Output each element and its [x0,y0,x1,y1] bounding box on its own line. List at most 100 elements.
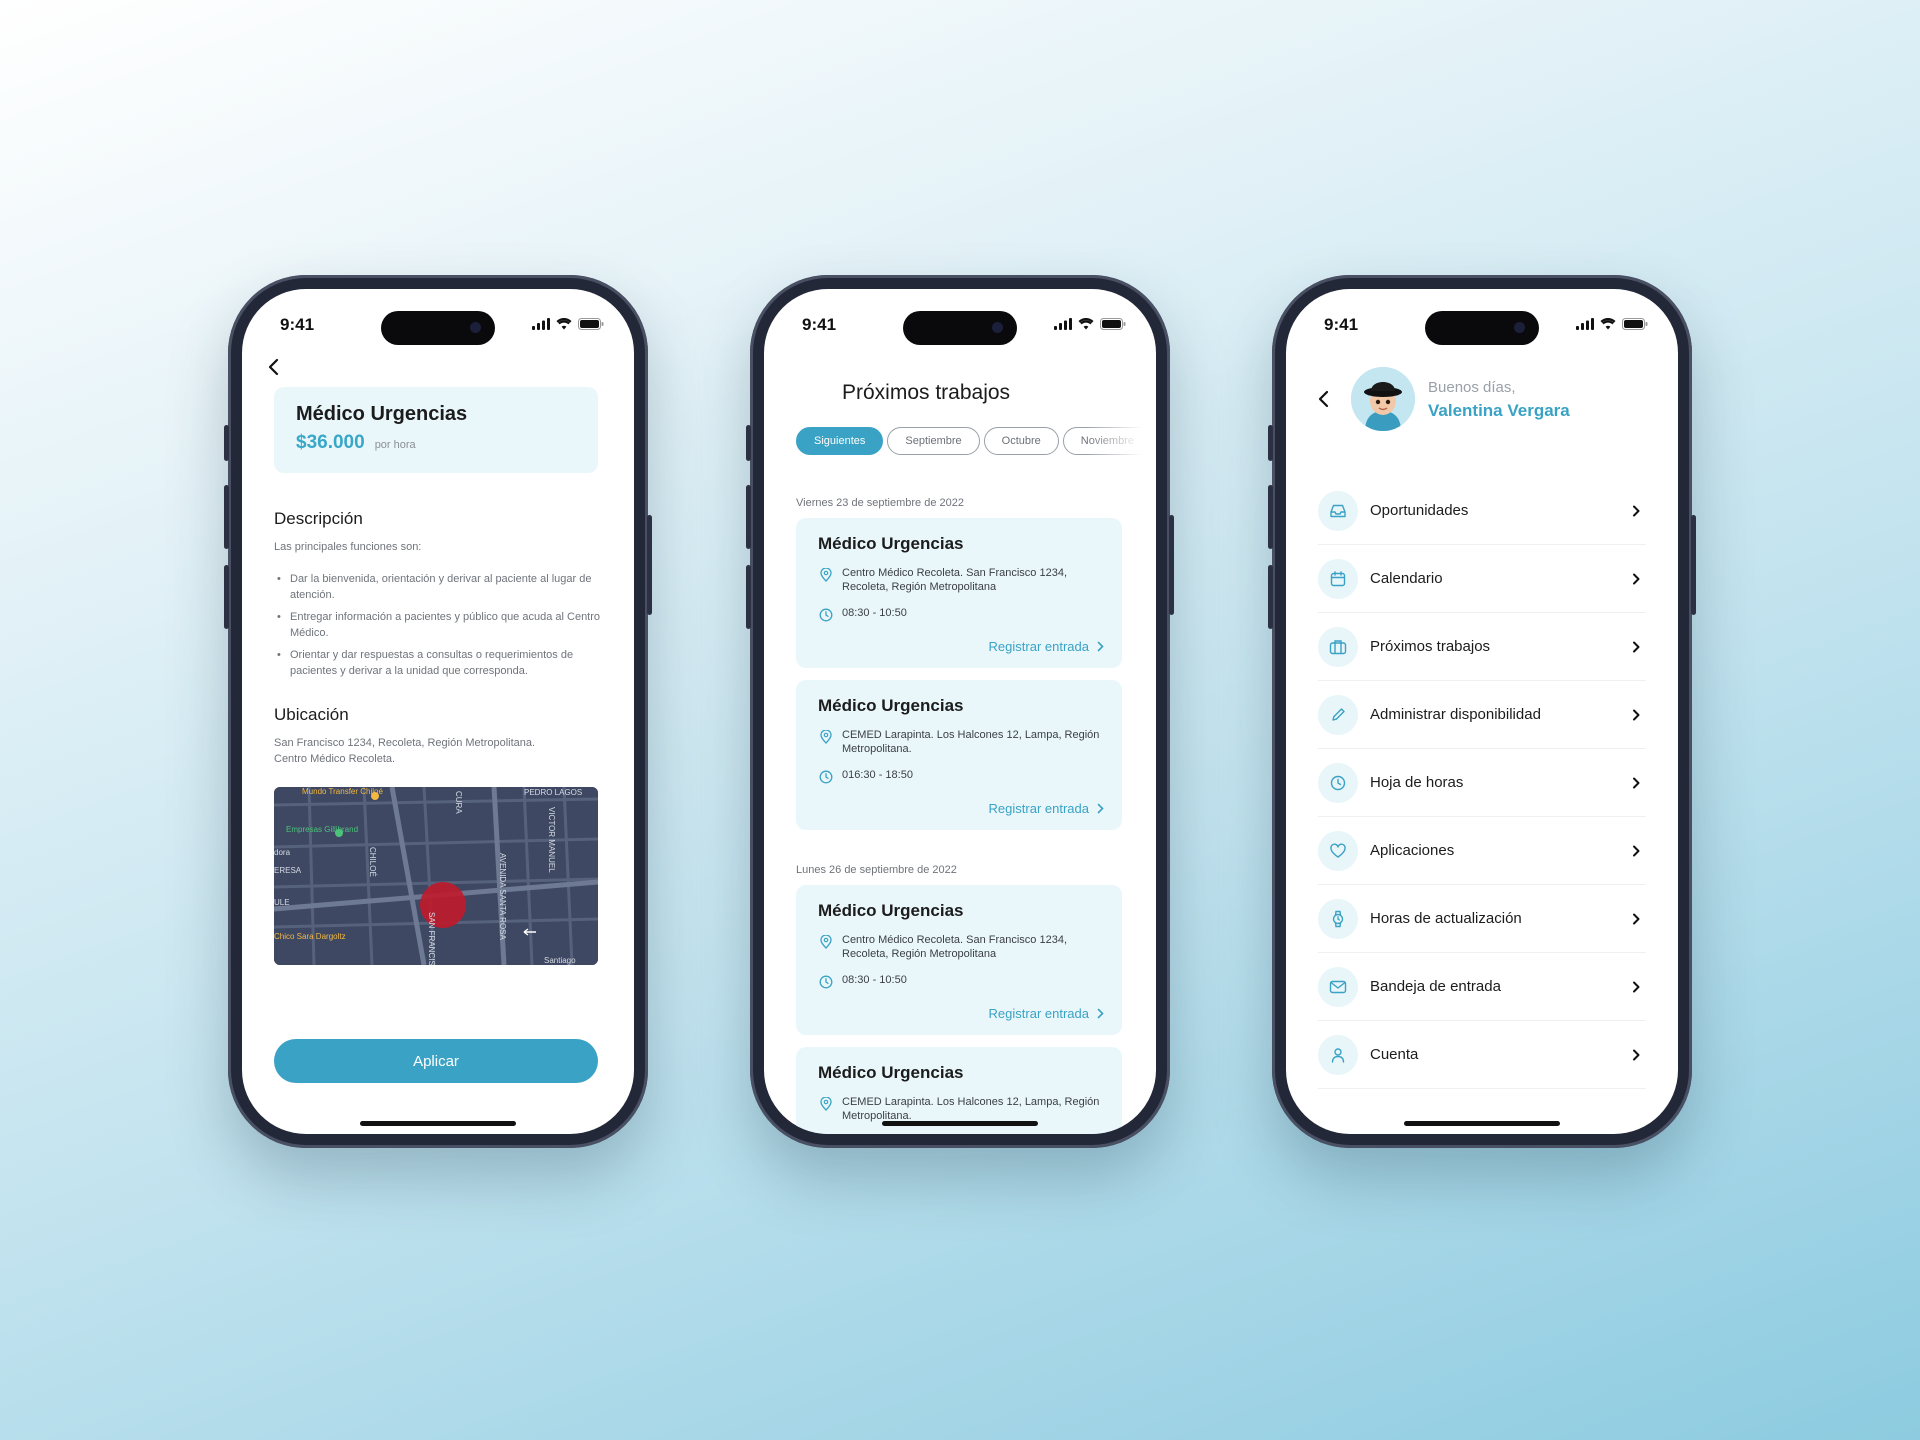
menu-item-bandeja-de-entrada[interactable]: Bandeja de entrada [1318,953,1646,1021]
side-button [746,485,751,549]
user-name: Valentina Vergara [1428,401,1570,420]
job-card-time: 016:30 - 18:50 [842,769,913,781]
briefcase-icon [1329,639,1347,654]
map-label-street4: VICTOR MANUEL [547,807,556,873]
description-list: Dar la bienvenida, orientación y derivar… [274,571,604,685]
menu-item-hoja-de-horas[interactable]: Hoja de horas [1318,749,1646,817]
greeting: Buenos días, [1428,379,1516,396]
menu-item-label: Oportunidades [1370,502,1469,519]
avatar-icon [1351,367,1415,431]
chevron-right-icon [1097,641,1104,652]
map-label-street1: AVENIDA SANTA ROSA [498,853,507,941]
wifi-icon [1078,318,1094,330]
back-button[interactable] [260,353,288,381]
screen: 9:41 Próximos trabajos Siguientes Septie… [764,289,1156,1134]
side-button [746,565,751,629]
job-card-address: CEMED Larapinta. Los Halcones 12, Lampa,… [842,1096,1100,1122]
map-label-frag2: ERESA [274,866,302,875]
status-icons [1054,318,1126,330]
job-price: $36.000 [296,432,365,453]
menu-item-calendario[interactable]: Calendario [1318,545,1646,613]
back-button[interactable] [1310,385,1338,413]
battery-icon [1622,318,1648,330]
location-pin-icon [820,1097,832,1111]
side-button [1268,565,1273,629]
map-canvas: Mundo Transfer Chiloé Empresas Gillibran… [274,787,598,965]
job-card-title: Médico Urgencias [818,696,964,715]
phone-job-detail: 9:41 Médico Urgencias $36.000 por hora D… [224,275,652,1148]
location-map[interactable]: Mundo Transfer Chiloé Empresas Gillibran… [274,787,598,965]
clock-icon [819,975,833,989]
inbox-icon [1330,504,1346,517]
location-pin-icon [820,730,832,744]
location-marker [420,882,466,928]
menu-item-oportunidades[interactable]: Oportunidades [1318,477,1646,545]
date-label: Viernes 23 de septiembre de 2022 [796,497,964,509]
menu-item-administrar-disponibilidad[interactable]: Administrar disponibilidad [1318,681,1646,749]
dynamic-island [381,311,495,345]
side-button [1169,515,1174,615]
chevron-right-icon [1633,777,1640,788]
check-in-label: Registrar entrada [988,1006,1089,1021]
status-time: 9:41 [802,315,837,334]
check-in-label: Registrar entrada [988,801,1089,816]
job-card-address: Centro Médico Recoleta. San Francisco 12… [842,567,1068,593]
screen: 9:41 Médico Urgencias $36.000 por hora D… [242,289,634,1134]
avatar[interactable] [1351,367,1415,431]
tab-siguientes[interactable]: Siguientes [796,427,884,455]
menu-item-label: Administrar disponibilidad [1370,706,1541,723]
check-in-button[interactable]: Registrar entrada [989,801,1104,816]
check-in-button[interactable]: Registrar entrada [989,1006,1104,1021]
pencil-icon [1332,707,1345,721]
map-label-frag4: CHILOÉ [368,847,377,877]
chevron-right-icon [1633,1049,1640,1060]
date-label: Lunes 26 de septiembre de 2022 [796,864,957,876]
menu-item-label: Hoja de horas [1370,774,1464,791]
chevron-right-icon [1097,1008,1104,1019]
status-time: 9:41 [1324,315,1359,334]
location-pin-icon [820,935,832,949]
side-button [224,425,229,461]
apply-button[interactable]: Aplicar [274,1039,598,1083]
page-title: Próximos trabajos [842,381,1011,404]
chevron-right-icon [1633,709,1640,720]
job-card[interactable]: Médico Urgencias CEMED Larapinta. Los Ha… [796,680,1122,830]
location-address: San Francisco 1234, Recoleta, Región Met… [274,737,536,749]
side-button [224,565,229,629]
status-icons [532,318,604,330]
job-card[interactable]: Médico Urgencias Centro Médico Recoleta.… [796,885,1122,1035]
clock-icon [819,770,833,784]
screen: 9:41 Buenos días, Valentina Vergara Opor… [1286,289,1678,1134]
chevron-right-icon [1633,573,1640,584]
menu-item-proximos-trabajos[interactable]: Próximos trabajos [1318,613,1646,681]
map-label-poi2: Empresas Gillibrand [286,825,358,834]
status-icons [1576,318,1648,330]
side-button [224,485,229,549]
check-in-label: Registrar entrada [988,639,1089,654]
check-in-button[interactable]: Registrar entrada [989,639,1104,654]
menu-item-aplicaciones[interactable]: Aplicaciones [1318,817,1646,885]
menu-item-cuenta[interactable]: Cuenta [1318,1021,1646,1089]
chevron-right-icon [1633,981,1640,992]
map-label-frag3: dora [274,848,291,857]
watch-icon [1332,910,1344,927]
menu-item-label: Cuenta [1370,1046,1419,1063]
side-button [1268,485,1273,549]
job-card[interactable]: Médico Urgencias Centro Médico Recoleta.… [796,518,1122,668]
description-title: Descripción [274,509,363,528]
menu-item-horas-de-actualizacion[interactable]: Horas de actualización [1318,885,1646,953]
wifi-icon [1600,318,1616,330]
side-button [647,515,652,615]
tab-octubre[interactable]: Octubre [983,427,1059,455]
list-item: Dar la bienvenida, orientación y derivar… [274,571,604,603]
job-card-address: Centro Médico Recoleta. San Francisco 12… [842,934,1068,960]
job-summary-card: Médico Urgencias $36.000 por hora [274,387,598,473]
signal-icon [532,318,550,330]
tab-septiembre[interactable]: Septiembre [887,427,980,455]
job-card-address: CEMED Larapinta. Los Halcones 12, Lampa,… [842,729,1100,755]
job-card-title: Médico Urgencias [818,901,964,920]
phone-upcoming-jobs: 9:41 Próximos trabajos Siguientes Septie… [746,275,1174,1148]
job-card-title: Médico Urgencias [818,534,964,553]
calendar-icon [1330,570,1346,586]
map-label-street3: PEDRO LAGOS [524,788,582,797]
